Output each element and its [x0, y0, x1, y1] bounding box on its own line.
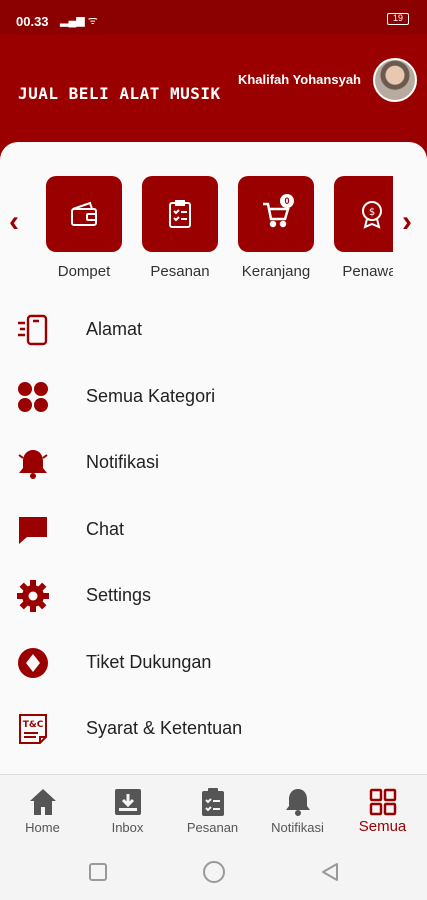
list-item-alamat[interactable]: Alamat — [0, 297, 427, 364]
list-item-label: Chat — [86, 518, 125, 539]
quick-item-label: Penawar — [342, 263, 393, 280]
bell-icon — [286, 789, 310, 816]
quick-item-label: Keranjang — [241, 263, 311, 280]
nav-notifikasi[interactable]: Notifikasi — [255, 775, 340, 845]
nav-label: Inbox — [111, 820, 144, 835]
chevron-right-icon[interactable]: › — [395, 202, 419, 242]
app-header: JUAL BELI ALAT MUSIK Khalifah Yohansyah — [0, 34, 427, 144]
svg-text:$: $ — [369, 207, 375, 218]
nav-label: Home — [25, 820, 60, 835]
categories-grid-icon — [18, 381, 48, 412]
clipboard-list-icon — [169, 200, 191, 228]
wallet-icon — [71, 201, 97, 226]
quick-menu: ‹ Dompet Pesanan 0 Keranjang $ Penawa › — [0, 176, 427, 286]
list-item-notifikasi[interactable]: Notifikasi — [0, 430, 427, 497]
gear-icon — [17, 580, 49, 612]
nav-semua[interactable]: Semua — [340, 775, 425, 845]
list-item-label: Settings — [86, 585, 152, 605]
ticket-icon — [18, 647, 48, 678]
home-icon — [30, 789, 56, 815]
main-panel: ‹ Dompet Pesanan 0 Keranjang $ Penawa › … — [0, 142, 427, 774]
status-bar: 00.33 ▂▄▆ ᯤ 19 — [0, 0, 427, 34]
list-item-label: Alamat — [86, 319, 143, 339]
terms-icon: T&C — [19, 714, 47, 744]
signal-icon: ▂▄▆ ᯤ — [60, 15, 98, 27]
list-item-label: Notifikasi — [86, 452, 160, 472]
clipboard-icon — [202, 788, 224, 816]
nav-label: Pesanan — [186, 820, 239, 835]
battery-icon: 19 — [387, 13, 409, 25]
quick-tile: 0 — [238, 176, 314, 252]
nav-inbox[interactable]: Inbox — [85, 775, 170, 845]
address-icon — [18, 314, 48, 346]
list-item-semua-kategori[interactable]: Semua Kategori — [0, 364, 427, 431]
system-nav — [0, 844, 427, 900]
quick-tile — [142, 176, 218, 252]
quick-item-penawar[interactable]: $ Penawar — [332, 176, 393, 286]
status-time: 00.33 — [16, 14, 49, 29]
quick-tile: $ — [334, 176, 393, 252]
inbox-icon — [115, 789, 141, 815]
list-item-label: Semua Kategori — [86, 385, 216, 406]
avatar[interactable] — [373, 58, 417, 102]
bottom-nav: Home Inbox Pesanan Notifikasi Semua — [0, 774, 427, 844]
grid-icon — [369, 788, 397, 816]
quick-menu-items: Dompet Pesanan 0 Keranjang $ Penawa — [44, 176, 393, 286]
quick-tile — [46, 176, 122, 252]
quick-item-dompet[interactable]: Dompet — [44, 176, 124, 286]
quick-item-pesanan[interactable]: Pesanan — [140, 176, 220, 286]
nav-pesanan[interactable]: Pesanan — [170, 775, 255, 845]
list-item-label: Syarat & Ketentuan — [86, 718, 243, 738]
offer-badge-icon: $ — [362, 201, 382, 229]
nav-label: Semua — [358, 818, 407, 835]
list-item-tiket-dukungan[interactable]: Tiket Dukungan — [0, 630, 427, 697]
quick-item-label: Dompet — [57, 263, 111, 280]
quick-item-label: Pesanan — [150, 263, 210, 280]
bell-icon — [18, 450, 48, 479]
chevron-left-icon[interactable]: ‹ — [2, 202, 26, 242]
list-item-label: Tiket Dukungan — [86, 651, 212, 672]
quick-item-keranjang[interactable]: 0 Keranjang — [236, 176, 316, 286]
home-button-icon[interactable] — [202, 860, 226, 884]
menu-list: Alamat Semua Kategori Notifikasi Chat Se… — [0, 297, 427, 763]
back-icon[interactable] — [320, 862, 340, 882]
terms-icon-text: T&C — [23, 720, 44, 730]
app-title: JUAL BELI ALAT MUSIK — [18, 84, 221, 103]
user-name[interactable]: Khalifah Yohansyah — [238, 72, 361, 87]
cart-badge: 0 — [280, 194, 294, 208]
list-item-chat[interactable]: Chat — [0, 497, 427, 564]
list-item-settings[interactable]: Settings — [0, 563, 427, 630]
recent-apps-icon[interactable] — [88, 862, 108, 882]
chat-icon — [19, 516, 47, 544]
nav-home[interactable]: Home — [0, 775, 85, 845]
list-item-syarat-ketentuan[interactable]: T&C Syarat & Ketentuan — [0, 696, 427, 763]
nav-label: Notifikasi — [271, 820, 324, 835]
